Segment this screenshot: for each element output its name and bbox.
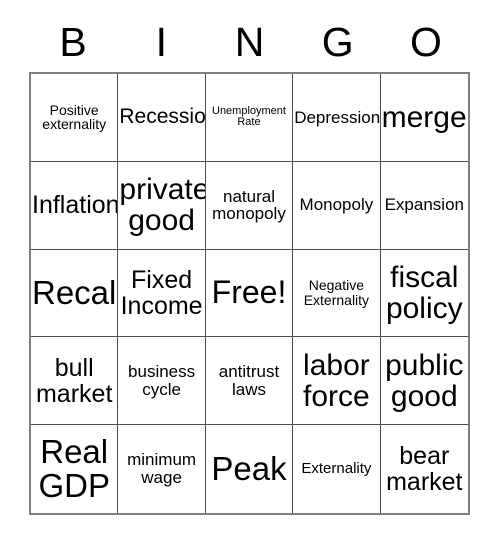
bingo-cell-r1c2[interactable]: Recession [118,74,206,162]
bingo-cell-label: bull market [35,353,113,408]
bingo-cell-r4c2[interactable]: business cycle [118,337,206,426]
bingo-cell-label: Real GDP [38,432,110,505]
bingo-cell-label: Free! [211,274,287,311]
bingo-cell-label: Inflation [32,191,119,220]
bingo-cell-r1c4[interactable]: Depression [293,74,381,162]
bingo-cell-label: natural monopoly [212,186,286,224]
bingo-card: B I N G O Positive externality RecessionU… [0,0,500,544]
bingo-cell-label: public good [385,348,464,413]
bingo-cell-r5c5[interactable]: bear market [380,425,468,513]
bingo-cell-label: bear market [386,442,463,497]
header-letter-g: G [321,18,354,65]
bingo-cell-label: fiscal policy [385,260,463,325]
bingo-cell-r5c3[interactable]: Peak [205,425,294,513]
bingo-cell-r4c3[interactable]: antitrust laws [205,337,294,426]
bingo-cell-r4c5[interactable]: public good [380,337,468,426]
header-letter-o: O [409,18,442,65]
header-letter-b: B [59,18,87,65]
bingo-cell-label: Negative Externality [303,277,370,308]
bingo-cell-label: Expansion [384,195,464,215]
bingo-cell-r5c1[interactable]: Real GDP [31,425,119,513]
bingo-cell-label: merger [381,100,468,134]
bingo-cell-label: Depression [294,107,381,127]
bingo-cell-label: Peak [211,449,287,487]
bingo-cell-r1c5[interactable]: merger [380,74,468,162]
bingo-header: B I N G O [29,14,470,70]
bingo-cell-label: Positive externality [42,101,107,133]
bingo-cell-r2c4[interactable]: Monopoly [293,161,381,250]
bingo-cell-label: Recession [119,105,206,129]
bingo-cell-r4c1[interactable]: bull market [31,337,119,426]
bingo-cell-r3c3[interactable]: Free! [205,249,294,338]
bingo-cell-label: Unemployment Rate [212,104,286,129]
bingo-cell-label: Recall [32,273,119,311]
header-letter-n: N [234,18,265,65]
bingo-cell-label: antitrust laws [218,362,280,399]
header-letter-i: I [155,18,167,65]
bingo-cell-r5c2[interactable]: minimum wage [118,425,206,513]
bingo-cell-r1c1[interactable]: Positive externality [31,74,119,162]
bingo-cell-r2c3[interactable]: natural monopoly [205,161,294,250]
bingo-cell-label: business cycle [128,362,196,399]
bingo-cell-r3c2[interactable]: Fixed Income [118,249,206,338]
bingo-cell-label: Fixed Income [120,265,203,320]
bingo-cell-label: Monopoly [299,195,374,215]
bingo-cell-r1c3[interactable]: Unemployment Rate [205,74,294,162]
bingo-cell-label: private good [119,173,206,238]
bingo-grid: Positive externality RecessionUnemploymen… [29,72,470,515]
bingo-cell-r2c2[interactable]: private good [118,161,206,250]
bingo-cell-r5c4[interactable]: Externality [293,425,381,513]
bingo-cell-r2c1[interactable]: Inflation [31,161,119,250]
bingo-cell-r3c1[interactable]: Recall [31,249,119,338]
bingo-cell-r2c5[interactable]: Expansion [380,161,468,250]
bingo-cell-r4c4[interactable]: labor force [293,337,381,426]
bingo-cell-label: Externality [301,460,372,478]
bingo-cell-r3c5[interactable]: fiscal policy [380,249,468,338]
bingo-cell-label: minimum wage [127,450,197,488]
bingo-cell-r3c4[interactable]: Negative Externality [293,249,381,338]
bingo-cell-label: labor force [303,348,370,413]
